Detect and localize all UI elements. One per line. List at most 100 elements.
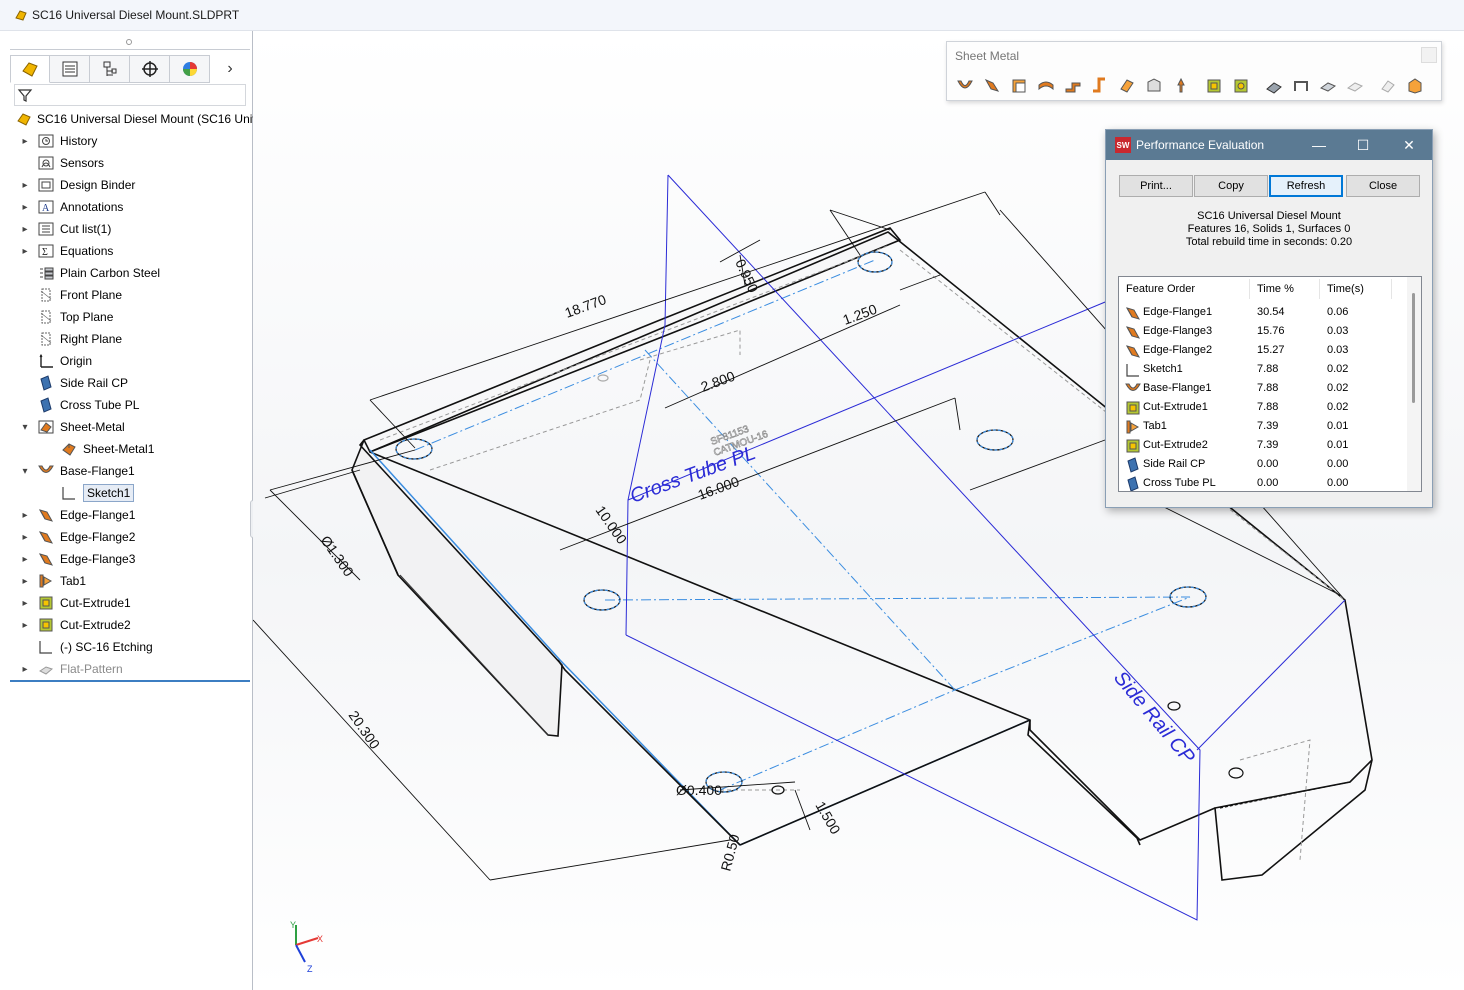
tree-item-label: Annotations: [60, 200, 124, 214]
table-row[interactable]: Edge-Flange1 30.54 0.06: [1119, 303, 1409, 322]
panel-grip[interactable]: [126, 39, 132, 45]
tree-item-sketch1[interactable]: Sketch1: [10, 482, 250, 504]
tree-item-sheet-metal1[interactable]: Sheet-Metal1: [10, 438, 250, 460]
extruded-cut-tool-icon[interactable]: [1204, 76, 1224, 96]
tree-item-cut-list-1[interactable]: ▸ Cut list(1): [10, 218, 250, 240]
tab-property-manager[interactable]: [50, 55, 90, 83]
tree-item-top-plane[interactable]: Top Plane: [10, 306, 250, 328]
tabs-more-chevron-icon[interactable]: ›: [210, 55, 250, 83]
tree-item-flat-pattern[interactable]: ▸ Flat-Pattern: [10, 658, 250, 680]
tree-item-base-flange1[interactable]: ▾ Base-Flange1: [10, 460, 250, 482]
tree-item-cut-extrude1[interactable]: ▸ Cut-Extrude1: [10, 592, 250, 614]
no-bends-tool-icon[interactable]: [1345, 76, 1365, 96]
tree-root[interactable]: SC16 Universal Diesel Mount (SC16 Univ: [10, 108, 258, 130]
minimize-button[interactable]: —: [1304, 135, 1334, 155]
tree-item-cross-tube-pl[interactable]: Cross Tube PL: [10, 394, 250, 416]
window-title-bar: SC16 Universal Diesel Mount.SLDPRT: [0, 0, 1464, 31]
expand-chevron-icon[interactable]: ▸: [20, 224, 30, 235]
expand-chevron-icon[interactable]: ▾: [20, 422, 30, 433]
table-row[interactable]: Cut-Extrude2 7.39 0.01: [1119, 436, 1409, 455]
expand-chevron-icon[interactable]: ▸: [20, 246, 30, 257]
table-row[interactable]: Cut-Extrude1 7.88 0.02: [1119, 398, 1409, 417]
table-row[interactable]: Sketch1 7.88 0.02: [1119, 360, 1409, 379]
tab-feature-manager[interactable]: [10, 55, 50, 83]
fold-tool-icon[interactable]: [1291, 76, 1311, 96]
sketched-bend-tool-icon[interactable]: [1090, 76, 1110, 96]
rip-tool-icon[interactable]: [1378, 76, 1398, 96]
expand-chevron-icon[interactable]: ▸: [20, 554, 30, 565]
tree-item-design-binder[interactable]: ▸ Design Binder: [10, 174, 250, 196]
tree-item-edge-flange1[interactable]: ▸ Edge-Flange1: [10, 504, 250, 526]
expand-chevron-icon[interactable]: ▾: [20, 466, 30, 477]
table-row[interactable]: Base-Flange1 7.88 0.02: [1119, 379, 1409, 398]
copy-button[interactable]: Copy: [1194, 175, 1268, 197]
expand-chevron-icon[interactable]: ▸: [20, 664, 30, 675]
summary-part-name: SC16 Universal Diesel Mount: [1197, 210, 1341, 222]
window-close-button[interactable]: ✕: [1394, 135, 1424, 155]
expand-chevron-icon[interactable]: ▸: [20, 598, 30, 609]
tree-item-sc-16-etching[interactable]: (-) SC-16 Etching: [10, 636, 250, 658]
expand-chevron-icon[interactable]: ▸: [20, 620, 30, 631]
hem-tool-icon[interactable]: [1036, 76, 1056, 96]
tree-item-label: Sheet-Metal: [60, 420, 125, 434]
table-row[interactable]: Cross Tube PL 0.00 0.00: [1119, 474, 1409, 491]
cross-break-tool-icon[interactable]: [1117, 76, 1137, 96]
expand-chevron-icon[interactable]: ▸: [20, 576, 30, 587]
tree-item-cut-extrude2[interactable]: ▸ Cut-Extrude2: [10, 614, 250, 636]
expand-chevron-icon[interactable]: ▸: [20, 180, 30, 191]
tree-item-front-plane[interactable]: Front Plane: [10, 284, 250, 306]
column-header-feature[interactable]: Feature Order: [1126, 283, 1195, 295]
table-row[interactable]: Edge-Flange2 15.27 0.03: [1119, 341, 1409, 360]
table-row[interactable]: Tab1 7.39 0.01: [1119, 417, 1409, 436]
tree-item-edge-flange2[interactable]: ▸ Edge-Flange2: [10, 526, 250, 548]
tree-item-origin[interactable]: Origin: [10, 350, 250, 372]
forming-tool-icon[interactable]: [1171, 76, 1191, 96]
unfold-tool-icon[interactable]: [1264, 76, 1284, 96]
tree-item-edge-flange3[interactable]: ▸ Edge-Flange3: [10, 548, 250, 570]
tree-item-sensors[interactable]: Sensors: [10, 152, 250, 174]
miter-flange-tool-icon[interactable]: [1009, 76, 1029, 96]
maximize-button[interactable]: ☐: [1348, 135, 1378, 155]
tree-item-side-rail-cp[interactable]: Side Rail CP: [10, 372, 250, 394]
cell-time-secs: 0.00: [1327, 458, 1349, 470]
tree-item-right-plane[interactable]: Right Plane: [10, 328, 250, 350]
jog-tool-icon[interactable]: [1063, 76, 1083, 96]
tree-item-tab1[interactable]: ▸ Tab1: [10, 570, 250, 592]
expand-chevron-icon[interactable]: ▸: [20, 532, 30, 543]
insert-bends-tool-icon[interactable]: [1405, 76, 1425, 96]
tree-item-history[interactable]: ▸ History: [10, 130, 250, 152]
tree-item-annotations[interactable]: ▸ A Annotations: [10, 196, 250, 218]
expand-chevron-icon[interactable]: ▸: [20, 510, 30, 521]
table-row[interactable]: Edge-Flange3 15.76 0.03: [1119, 322, 1409, 341]
closed-corner-tool-icon[interactable]: [1144, 76, 1164, 96]
edge-flange-tool-icon[interactable]: [982, 76, 1002, 96]
expand-chevron-icon[interactable]: ▸: [20, 202, 30, 213]
base-flange-tool-icon[interactable]: [955, 76, 975, 96]
table-row[interactable]: Side Rail CP 0.00 0.00: [1119, 455, 1409, 474]
flatten-tool-icon[interactable]: [1318, 76, 1338, 96]
tree-item-equations[interactable]: ▸ Σ Equations: [10, 240, 250, 262]
tab-display-manager[interactable]: [170, 55, 210, 83]
cell-time-secs: 0.06: [1327, 306, 1349, 318]
print-button[interactable]: Print...: [1119, 175, 1193, 197]
table-scrollbar[interactable]: [1407, 277, 1421, 491]
tab-configuration-manager[interactable]: [90, 55, 130, 83]
column-header-time-secs[interactable]: Time(s): [1327, 283, 1364, 295]
tab-dimxpert-manager[interactable]: [130, 55, 170, 83]
cell-time-secs: 0.02: [1327, 363, 1349, 375]
toolbar-close-button[interactable]: [1421, 47, 1437, 63]
refresh-button[interactable]: Refresh: [1269, 175, 1343, 197]
tree-item-sheet-metal[interactable]: ▾ Sheet-Metal: [10, 416, 250, 438]
simple-hole-tool-icon[interactable]: [1231, 76, 1251, 96]
tree-filter[interactable]: [14, 84, 246, 106]
sheet-metal-toolbar: Sheet Metal: [946, 41, 1442, 101]
column-header-time-pct[interactable]: Time %: [1257, 283, 1294, 295]
cell-time-pct: 0.00: [1257, 477, 1279, 489]
close-button[interactable]: Close: [1346, 175, 1420, 197]
filter-icon: [17, 89, 33, 102]
tree-item-plain-carbon-steel[interactable]: Plain Carbon Steel: [10, 262, 250, 284]
expand-chevron-icon[interactable]: ▸: [20, 136, 30, 147]
svg-text:A: A: [42, 203, 50, 214]
solidworks-logo-icon: SW: [1115, 137, 1131, 153]
cell-feature: Sketch1: [1143, 363, 1183, 375]
